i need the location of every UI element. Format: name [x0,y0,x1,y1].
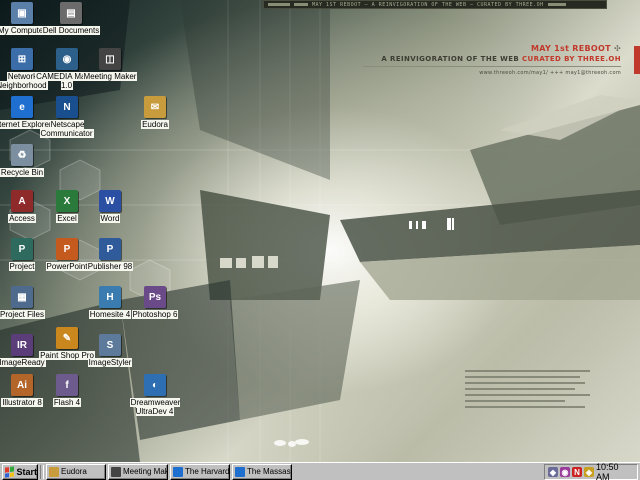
desktop-icon-folder[interactable]: ▤ Dell Documents [33,2,109,46]
taskbar-button-4[interactable]: The Massass... [232,463,292,480]
folder-icon: ▤ [60,2,82,24]
desktop-icon-netscape[interactable]: N Netscape Communicator [29,96,105,140]
wallpaper-red-tab [634,46,640,74]
desktop-icon-label-text: Publisher 98 [86,262,134,271]
desktop-icon-label: Flash 4 [52,398,82,407]
recycle-bin-icon: ♻ [11,144,33,166]
ie-icon [173,466,183,477]
desktop-icon-label-text: Recycle Bin [0,168,45,177]
recycle-symbol-icon: ✣ [613,44,621,53]
desktop-icon-label: Word [99,214,121,223]
desktop-icon-mail[interactable]: ✉ Eudora [117,96,193,140]
meeting-icon: ◫ [99,48,121,70]
wallpaper-subtitle-prefix: A REINVIGORATION OF THE WEB [381,55,522,63]
wallpaper-subtitle: A REINVIGORATION OF THE WEB CURATED BY T… [381,55,621,63]
desktop-icon-label-text: Dell Documents [41,26,101,35]
flash-icon: f [56,374,78,396]
taskbar-separator [40,464,44,479]
computer-icon: ▣ [11,2,33,24]
desktop-icon-label-text: Eudora [141,120,169,129]
desktop-icon-imagestyler[interactable]: S ImageStyler [72,334,148,378]
desktop-icon-label-text: ImageStyler [87,358,133,367]
desktop-icon-publisher[interactable]: P Publisher 98 [72,238,148,282]
desktop-icon-word[interactable]: W Word [72,190,148,234]
meeting-icon [111,466,121,477]
taskbar-button-2[interactable]: Meeting Mak... [108,463,168,480]
netscape-icon: N [56,96,78,118]
desktop-icon-label-text: Dreamweaver UltraDev 4 [129,398,181,416]
desktop-icon-recycle-bin[interactable]: ♻ Recycle Bin [0,144,60,188]
network-tray-icon[interactable]: ◉ [560,467,570,477]
top-strip-text: MAY 1ST REBOOT — A REINVIGORATION OF THE… [312,1,544,8]
desktop-icon-label: Netscape Communicator [29,120,105,138]
dreamweaver-icon: ◐ [144,374,166,396]
publisher-icon: P [99,238,121,260]
start-label: Start [16,466,37,477]
taskbar-button-label: The Massass... [247,467,291,476]
desktop-icon-label: Dreamweaver UltraDev 4 [117,398,193,416]
task-buttons: Eudora Meeting Mak... The Harvard ... The M… [46,463,294,480]
taskbar-button-3[interactable]: The Harvard ... [170,463,230,480]
desktop-icon-label-text: Flash 4 [52,398,82,407]
desktop-icon-photoshop[interactable]: Ps Photoshop 6 [117,286,193,330]
photoshop-icon: Ps [144,286,166,308]
desktop-icon-meeting[interactable]: ◫ Meeting Maker [72,48,148,92]
desktop-icon-label-text: Netscape Communicator [40,120,94,138]
desktop-icon-label: Meeting Maker [82,72,138,81]
desktop-icon-flash[interactable]: f Flash 4 [29,374,105,418]
desktop-icon-label: Eudora [141,120,169,129]
mail-icon: ✉ [144,96,166,118]
wallpaper-divider [363,66,621,67]
netscape-tray-icon[interactable]: N [572,467,582,477]
desktop-icon-label: Publisher 98 [86,262,134,271]
ie-icon [235,466,245,477]
wallpaper-title-text: MAY 1st REBOOT [531,44,611,53]
wallpaper-subtitle-highlight: CURATED BY THREE.OH [521,55,621,63]
shield-tray-icon[interactable]: ◈ [584,467,594,477]
taskbar-button-label: Eudora [61,467,87,476]
taskbar-button-1[interactable]: Eudora [46,463,106,480]
start-button[interactable]: Start [2,463,38,480]
desktop-icon-project-files[interactable]: ▦ Project Files [0,286,60,330]
system-tray: ◆ ◉ N ◈ 10:50 AM [544,462,638,480]
wallpaper-links: www.threeoh.com/may1/ +++ may1@threeoh.c… [479,70,621,76]
taskbar-button-label: Meeting Mak... [123,467,168,476]
desktop-icon-label: ImageStyler [87,358,133,367]
desktop-icon-dreamweaver[interactable]: ◐ Dreamweaver UltraDev 4 [117,374,193,418]
mail-icon [49,466,59,477]
desktop-icon-label: Recycle Bin [0,168,45,177]
volume-icon[interactable]: ◆ [548,467,558,477]
desktop-icon-label: Photoshop 6 [131,310,179,319]
imagestyler-icon: S [99,334,121,356]
desktop-icon-label: Dell Documents [41,26,101,35]
desktop-icon-label-text: Word [99,214,121,223]
desktop-icon-label-text: Project Files [0,310,45,319]
tray-icons: ◆ ◉ N ◈ [548,467,594,477]
clock[interactable]: 10:50 AM [596,462,634,480]
wallpaper-title: MAY 1st REBOOT ✣ [531,44,621,53]
project-files-icon: ▦ [11,286,33,308]
wallpaper-top-strip: MAY 1ST REBOOT — A REINVIGORATION OF THE… [263,0,607,9]
desktop-icon-label: Project Files [0,310,45,319]
windows-logo-icon [5,465,15,478]
desktop-icon-label-text: Meeting Maker [82,72,138,81]
word-icon: W [99,190,121,212]
taskbar: Start Eudora Meeting Mak... The Harvard ..… [0,462,640,480]
desktop-icon-label-text: Photoshop 6 [131,310,179,319]
taskbar-button-label: The Harvard ... [185,467,230,476]
